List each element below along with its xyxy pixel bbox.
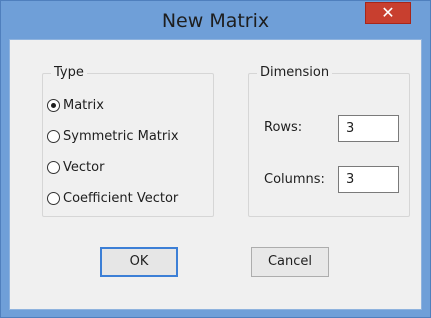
cancel-button[interactable]: Cancel (251, 247, 329, 277)
radio-matrix[interactable]: Matrix (47, 96, 104, 114)
radio-button[interactable] (47, 129, 60, 143)
radio-symmetric-matrix[interactable]: Symmetric Matrix (47, 127, 179, 145)
radio-vector[interactable]: Vector (47, 158, 104, 176)
columns-input[interactable]: 3 (338, 166, 399, 193)
dimension-group: Dimension Rows: 3 Columns: 3 (248, 65, 410, 217)
radio-button[interactable] (47, 160, 60, 174)
radio-matrix-label: Matrix (63, 97, 104, 113)
rows-label: Rows: (264, 120, 303, 135)
radio-coefficient-vector-label: Coefficient Vector (63, 190, 179, 206)
radio-symmetric-matrix-label: Symmetric Matrix (63, 128, 179, 144)
radio-vector-label: Vector (63, 159, 105, 175)
dimension-group-label: Dimension (257, 65, 333, 80)
title-bar[interactable]: New Matrix ✕ (1, 1, 430, 39)
radio-button-checked[interactable] (47, 98, 60, 112)
type-group-label: Type (51, 65, 87, 80)
dialog-body: Type Matrix Symmetric Matrix Vector Coef… (9, 39, 422, 310)
close-button[interactable]: ✕ (365, 2, 411, 24)
new-matrix-dialog: New Matrix ✕ Type Matrix Symmetric Matri… (0, 0, 431, 318)
close-icon: ✕ (381, 3, 395, 22)
radio-coefficient-vector[interactable]: Coefficient Vector (47, 189, 178, 207)
type-group: Type Matrix Symmetric Matrix Vector Coef… (42, 65, 214, 217)
ok-button[interactable]: OK (100, 247, 178, 277)
columns-label: Columns: (264, 172, 325, 187)
radio-button[interactable] (47, 191, 60, 205)
rows-input[interactable]: 3 (338, 115, 399, 142)
